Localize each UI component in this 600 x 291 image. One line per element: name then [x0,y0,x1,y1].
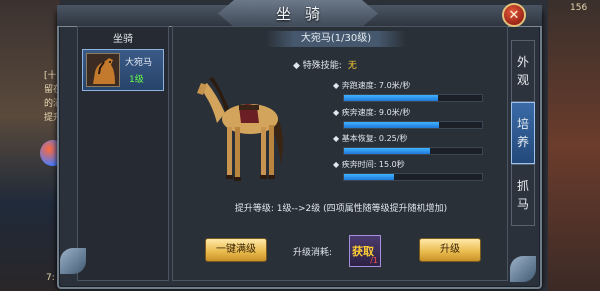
scene-right-strip [548,0,600,291]
stat-bar-fill [344,174,394,180]
special-skill-label: ◆ 特殊技能: [293,61,342,71]
scene-bottom-text: 7: [46,273,55,283]
special-skill-value: 无 [347,61,357,71]
upgrade-level-text: 提升等级: 1级-->2级 (四项属性随等级提升随机增加) [234,204,448,214]
tab-train[interactable]: 培养 [511,102,535,164]
stat-bar [343,173,483,181]
tab-label: 抓马 [516,179,529,211]
corner-leaf-ornament [60,248,86,274]
mount-name: 大宛马 [125,58,153,68]
stat-bar-fill [344,95,438,101]
one-click-max-level-button[interactable]: 一键满级 [205,238,267,262]
stat-bar-fill [344,122,440,128]
tab-appearance[interactable]: 外观 [511,40,535,102]
upgrade-button[interactable]: 升级 [419,238,481,262]
corner-leaf-ornament [510,256,536,282]
stat-bar-fill [344,148,430,154]
scene-top-right-text: 156 [570,3,588,13]
tab-label: 培养 [516,117,529,149]
stat-bar [343,121,483,129]
stat-label: ◆ 疾奔速度: 9.0米/秒 [333,108,411,117]
stat-label: ◆ 疾奔时间: 15.0秒 [333,160,405,169]
horse-thumbnail-icon [86,53,120,87]
stat-label: ◆ 奔跑速度: 7.0米/秒 [333,81,411,90]
stat-bar [343,94,483,102]
close-button[interactable]: ✕ [502,3,526,27]
close-icon: ✕ [508,7,520,23]
window-title: 坐骑 [275,5,334,23]
title-plate: 坐骑 [218,0,378,27]
special-skill-row: ◆ 特殊技能: 无 [293,58,357,71]
mount-name-banner: 大宛马(1/30级) [266,31,406,47]
mount-list-header: 坐骑 [113,34,133,45]
stat-label: ◆ 基本恢复: 0.25/秒 [333,134,408,143]
upgrade-cost-item[interactable]: 获取 /1 [349,235,381,267]
tab-catch-horse[interactable]: 抓马 [511,164,535,226]
upgrade-cost-label: 升级消耗: [293,248,333,258]
mount-list-item[interactable]: 大宛马 1级 [82,49,164,91]
cost-item-count: /1 [370,256,378,265]
mount-level: 1级 [129,75,144,85]
stat-bar [343,147,483,155]
mount-detail-panel: 大宛马(1/30级) ◆ 特殊技能: 无 ◆ 奔跑速度: 7.0米/秒 ◆ 疾奔… [172,26,508,281]
horse-model [195,67,295,207]
mount-list: 坐骑 大宛马 1级 [77,26,169,281]
tab-label: 外观 [516,55,529,87]
